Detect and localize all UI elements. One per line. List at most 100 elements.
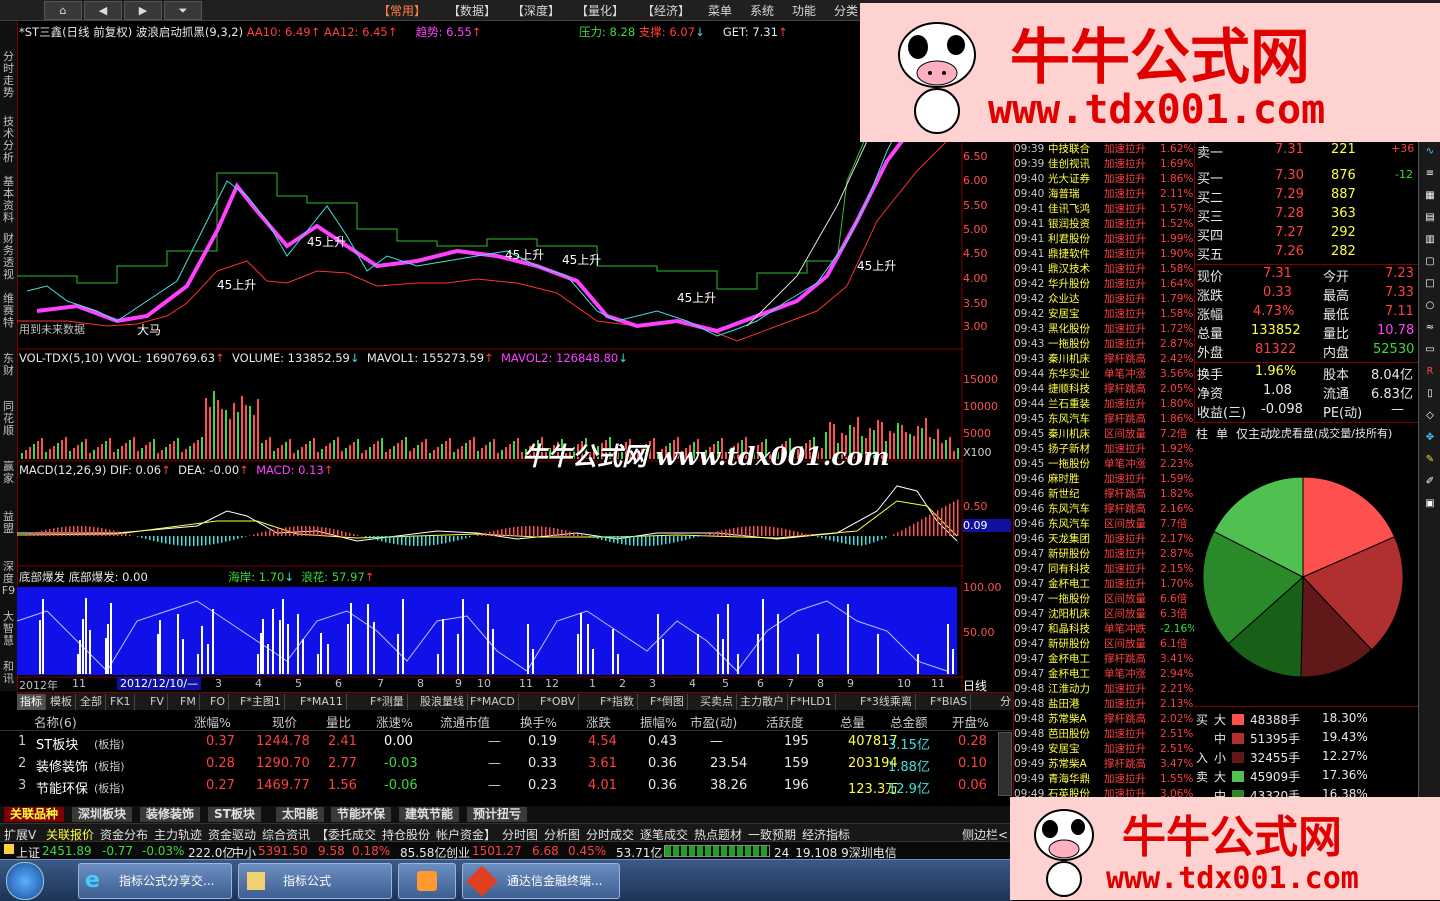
column-header[interactable]: 现价 — [272, 712, 297, 731]
list-item[interactable]: 09:47同有科技加速拉升2.15% — [1014, 562, 1194, 577]
edit-icon[interactable]: ✐ — [1422, 474, 1438, 490]
indicator-button[interactable]: F*倒图 — [647, 694, 688, 710]
column-header[interactable]: 涨跌 — [586, 712, 611, 731]
table-row[interactable]: 2装修装饰(板指)0.281290.702.77-0.03—0.333.610.… — [0, 754, 995, 776]
column-header[interactable]: 名称(6) — [34, 712, 77, 731]
indicator-button[interactable]: FO — [207, 694, 229, 710]
bars-icon[interactable]: ▥ — [1422, 232, 1438, 248]
column-header[interactable]: 涨速% — [376, 712, 413, 731]
sector-tab[interactable]: 建筑节能 — [399, 807, 459, 822]
chart-area[interactable]: *ST三鑫(日线 前复权) 波浪启动抓黑(9,3,2) AA10: 6.49↑ … — [17, 21, 963, 691]
column-header[interactable]: 流通市值 — [440, 712, 490, 731]
table-row[interactable]: 3节能环保(板指)0.271469.771.56-0.06—0.234.010.… — [0, 776, 995, 798]
more-button[interactable]: ⏷ — [164, 1, 202, 20]
pen-icon[interactable]: ✎ — [1422, 452, 1438, 468]
window-icon[interactable]: ▢ — [1422, 254, 1438, 270]
list-item[interactable]: 09:41鼎汉技术加速拉升1.58% — [1014, 262, 1194, 277]
indicator-button[interactable]: FM — [177, 694, 200, 710]
scale-icon[interactable]: ◇ — [1422, 408, 1438, 424]
indicator-button[interactable]: FV — [147, 694, 168, 710]
list-item[interactable]: 09:48芭田股份加速拉升2.51% — [1014, 727, 1194, 742]
list-item[interactable]: 09:47金杯电工加速拉升1.70% — [1014, 577, 1194, 592]
column-header[interactable]: 量比 — [326, 712, 351, 731]
column-header[interactable]: 换手% — [520, 712, 557, 731]
column-header[interactable]: 涨幅% — [194, 712, 231, 731]
back-button[interactable]: ◀ — [84, 1, 122, 20]
list-item[interactable]: 09:40海普瑞加速拉升2.11% — [1014, 187, 1194, 202]
menu-system[interactable]: 系统 — [750, 2, 774, 19]
menu-quant[interactable]: 【量化】 — [576, 2, 624, 19]
list-item[interactable]: 09:44东华实业单笔冲涨3.56% — [1014, 367, 1194, 382]
list-icon[interactable]: ≡ — [1422, 166, 1438, 182]
menu-common[interactable]: 【常用】 — [378, 2, 426, 19]
indicator-button[interactable]: F*主图1 — [237, 694, 285, 710]
sector-tab[interactable]: 装修装饰 — [140, 807, 200, 822]
menu-menu[interactable]: 菜单 — [708, 2, 732, 19]
table-icon[interactable]: ▤ — [1422, 210, 1438, 226]
list-item[interactable]: 09:45扬子新材加速拉升1.92% — [1014, 442, 1194, 457]
tab-tonghuashun[interactable]: 同花顺 — [0, 401, 17, 437]
list-item[interactable]: 09:47沈阳机床区间放量6.3倍 — [1014, 607, 1194, 622]
list-item[interactable]: 09:43秦川机床撑杆跳高2.42% — [1014, 352, 1194, 367]
list-item[interactable]: 09:39佳创视讯加速拉升1.69% — [1014, 157, 1194, 172]
tab-finance[interactable]: 财务透视 — [0, 233, 17, 281]
tab-yingjia[interactable]: 赢家 — [0, 461, 17, 485]
list-item[interactable]: 09:48苏常柴A撑杆跳高2.02% — [1014, 712, 1194, 727]
circle-icon[interactable]: ○ — [1422, 298, 1438, 314]
stock-alert-list[interactable]: 09:39中技联合加速拉升1.62%09:39佳创视讯加速拉升1.69%09:4… — [1013, 142, 1194, 802]
tab-yimeng[interactable]: 益盟 — [0, 511, 17, 535]
sector-tab[interactable]: 深圳板块 — [72, 807, 132, 822]
taskbar-folder[interactable]: 指标公式 — [238, 863, 392, 899]
doc-icon[interactable]: ▯ — [1422, 386, 1438, 402]
list-item[interactable]: 09:47金杯电工撑杆跳高3.41% — [1014, 652, 1194, 667]
home-button[interactable]: ⌂ — [44, 1, 82, 20]
rsi-icon[interactable]: R — [1422, 364, 1438, 380]
list-item[interactable]: 09:43一拖股份加速拉升2.87% — [1014, 337, 1194, 352]
indicator-button[interactable]: 全部 — [77, 694, 106, 710]
list-item[interactable]: 09:47新研股份区间放量6.1倍 — [1014, 637, 1194, 652]
list-item[interactable]: 09:41佳讯飞鸿加速拉升1.57% — [1014, 202, 1194, 217]
menu-category[interactable]: 分类 — [834, 2, 858, 19]
taskbar-tdx[interactable]: 通达信金融终端... — [462, 863, 620, 899]
grid-icon[interactable]: ▦ — [1422, 188, 1438, 204]
indicator-button[interactable]: F*OBV — [537, 694, 579, 710]
column-header[interactable]: 市盈(动) — [690, 712, 737, 731]
list-item[interactable]: 09:48江淮动力加速拉升2.21% — [1014, 682, 1194, 697]
tab-basic[interactable]: 基本资料 — [0, 176, 17, 224]
indicator-button[interactable]: F*测量 — [367, 694, 408, 710]
list-item[interactable]: 09:42众业达加速拉升1.79% — [1014, 292, 1194, 307]
list-item[interactable]: 09:46麻时胜加速拉升1.59% — [1014, 472, 1194, 487]
list-item[interactable]: 09:41鼎捷软件加速拉升1.90% — [1014, 247, 1194, 262]
tab-dongcai[interactable]: 东财 — [0, 353, 17, 377]
column-header[interactable]: 开盘% — [952, 712, 989, 731]
list-item[interactable]: 09:47一拖股份区间放量6.6倍 — [1014, 592, 1194, 607]
list-item[interactable]: 09:47新研股份加速拉升2.87% — [1014, 547, 1194, 562]
indicator-button[interactable]: 股浪量线 — [417, 694, 468, 710]
list-item[interactable]: 09:45一拖股份单笔冲涨2.23% — [1014, 457, 1194, 472]
list-item[interactable]: 09:46东风汽车撑杆跳高2.16% — [1014, 502, 1194, 517]
list-item[interactable]: 09:49青海华鼎加速拉升1.55% — [1014, 772, 1194, 787]
indicator-button[interactable]: 买卖点 — [697, 694, 737, 710]
wave-icon[interactable]: ≈ — [1422, 320, 1438, 336]
table-scrollbar[interactable] — [998, 732, 1012, 796]
list-item[interactable]: 09:48盐田港加速拉升2.13% — [1014, 697, 1194, 712]
tab-dazhihui[interactable]: 大智慧 — [0, 611, 17, 647]
list-item[interactable]: 09:46天龙集团加速拉升2.17% — [1014, 532, 1194, 547]
indicator-button[interactable]: F*HLD1 — [787, 694, 836, 710]
move-icon[interactable]: ✥ — [1422, 430, 1438, 446]
tab-depth-f9[interactable]: 深度F9 — [0, 561, 17, 597]
indicator-button[interactable]: F*MA11 — [297, 694, 347, 710]
page-icon[interactable]: ▭ — [1422, 342, 1438, 358]
forward-button[interactable]: ▶ — [124, 1, 162, 20]
start-button[interactable] — [6, 862, 44, 900]
taskbar-player[interactable] — [398, 863, 456, 899]
box-icon[interactable]: □ — [1422, 276, 1438, 292]
indicator-button[interactable]: 指标 — [17, 694, 46, 710]
sector-tab[interactable]: 节能环保 — [331, 807, 391, 822]
sector-tab[interactable]: ST板块 — [208, 807, 261, 822]
indicator-button[interactable]: F*MACD — [467, 694, 519, 710]
list-item[interactable]: 09:46新世纪撑杆跳高1.82% — [1014, 487, 1194, 502]
tab-hexun[interactable]: 和讯 — [0, 661, 17, 685]
taskbar-ie[interactable]: e 指标公式分享交... — [78, 863, 232, 899]
column-header[interactable]: 活跃度 — [766, 712, 804, 731]
